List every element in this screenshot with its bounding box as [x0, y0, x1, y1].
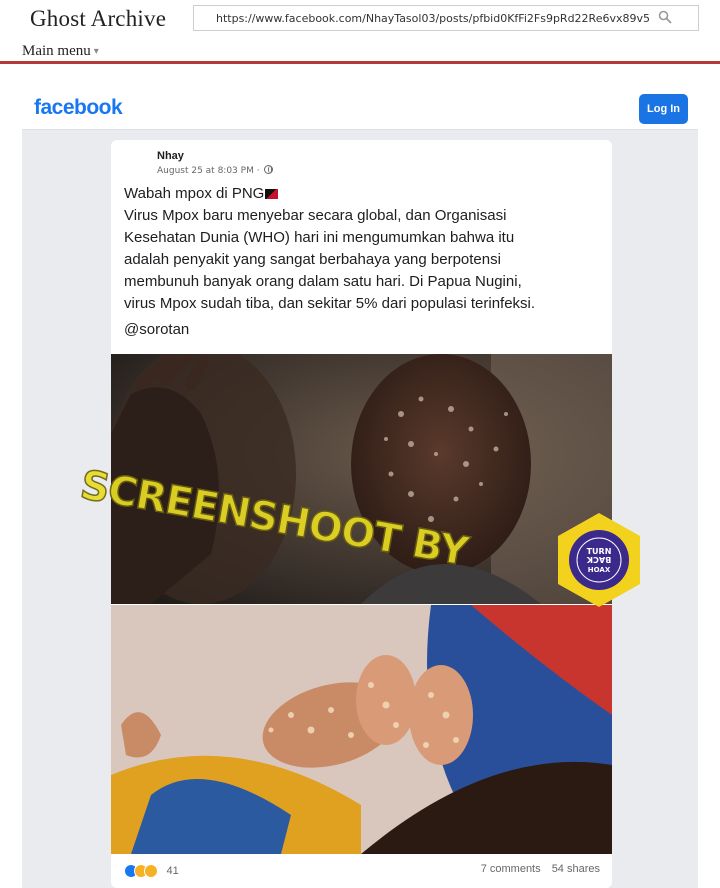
post-line: virus Mpox sudah tiba, dan sekitar 5% da…	[124, 295, 536, 312]
png-flag-icon	[265, 189, 279, 199]
post-photo-infant[interactable]	[111, 605, 612, 854]
post-stats: 7 comments 54 shares	[473, 863, 600, 875]
post-line: Wabah mpox di PNG	[124, 183, 604, 205]
main-menu-label: Main menu	[22, 43, 91, 59]
post-line: membunuh banyak orang dalam satu hari. D…	[124, 273, 522, 290]
archive-logo[interactable]: Ghost Archive	[30, 6, 166, 32]
reactions-summary[interactable]: 41	[124, 862, 179, 878]
main-menu-button[interactable]: Main menu ▾	[22, 43, 99, 60]
post-line: adalah penyakit yang sangat berbahaya ya…	[124, 251, 501, 268]
svg-text:HOAX: HOAX	[588, 566, 611, 574]
facebook-topbar: facebook Log In	[22, 88, 698, 130]
post-author[interactable]: Nhay	[157, 150, 184, 162]
archive-menu-bar: Main menu ▾	[0, 38, 720, 64]
post-mention[interactable]: @sorotan	[124, 321, 189, 338]
caret-down-icon: ▾	[93, 46, 99, 58]
facebook-logo[interactable]: facebook	[34, 96, 123, 120]
wow-reaction-icon	[144, 863, 158, 878]
archive-url-text[interactable]: https://www.facebook.com/NhayTasol03/pos…	[216, 12, 650, 25]
post-timestamp[interactable]: August 25 at 8:03 PM ·	[157, 166, 260, 176]
svg-text:TURN: TURN	[587, 547, 612, 556]
post-line: Virus Mpox baru menyebar secara global, …	[124, 207, 507, 224]
reaction-count: 41	[166, 864, 179, 877]
archive-url-field[interactable]: https://www.facebook.com/NhayTasol03/pos…	[193, 5, 699, 31]
mafindo-badge-logo: TURN BACK HOAX	[558, 513, 640, 607]
login-button[interactable]: Log In	[639, 94, 688, 124]
shares-count[interactable]: 54 shares	[552, 863, 600, 875]
post-timestamp-row: August 25 at 8:03 PM ·	[157, 165, 274, 176]
post-text: Wabah mpox di PNG Virus Mpox baru menyeb…	[124, 183, 604, 315]
post-headline: Wabah mpox di PNG	[124, 185, 265, 202]
comments-count[interactable]: 7 comments	[481, 863, 541, 875]
archive-header: Ghost Archive https://www.facebook.com/N…	[0, 0, 720, 38]
svg-text:BACK: BACK	[586, 555, 611, 564]
globe-icon	[264, 165, 274, 174]
search-icon[interactable]	[658, 10, 672, 24]
post-line: Kesehatan Dunia (WHO) hari ini mengumumk…	[124, 229, 515, 246]
